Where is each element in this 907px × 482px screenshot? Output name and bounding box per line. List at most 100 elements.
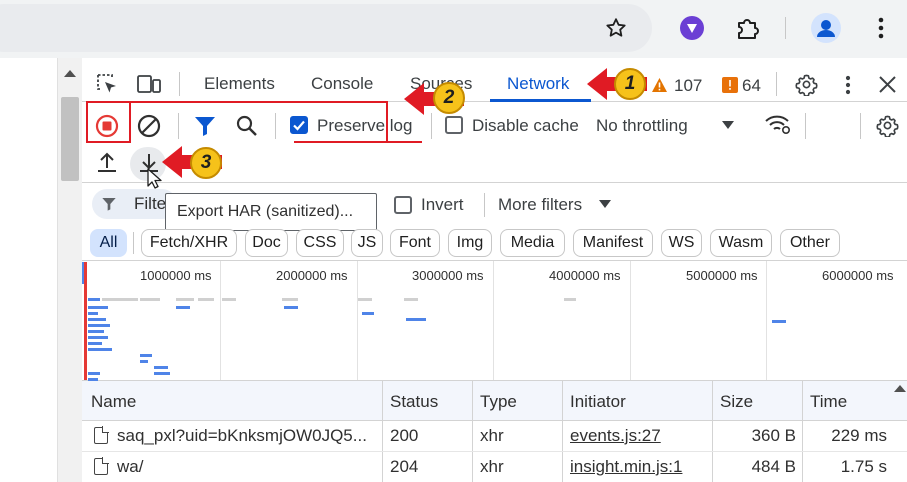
type-filter-font[interactable]: Font: [390, 229, 440, 257]
type-filter-doc[interactable]: Doc: [245, 229, 288, 257]
request-size: 484 B: [751, 457, 796, 476]
tab-elements[interactable]: Elements: [204, 74, 275, 94]
type-filter-other[interactable]: Other: [780, 229, 840, 257]
errors-count[interactable]: 64: [742, 76, 761, 96]
request-type: xhr: [480, 457, 504, 476]
chevron-down-icon[interactable]: [722, 121, 734, 129]
type-filter-fetch-xhr[interactable]: Fetch/XHR: [141, 229, 237, 257]
timeline-request-bar: [176, 306, 190, 309]
more-filters-button[interactable]: More filters: [498, 195, 582, 215]
timeline-request-bar: [88, 324, 110, 327]
timeline-request-bar: [88, 298, 100, 301]
close-icon[interactable]: [878, 75, 897, 99]
type-filter-manifest[interactable]: Manifest: [573, 229, 653, 257]
disable-cache-label[interactable]: Disable cache: [472, 116, 579, 136]
timeline-request-bar: [282, 298, 298, 301]
column-header-time[interactable]: Time: [810, 392, 847, 412]
timeline-request-bar: [140, 360, 148, 363]
timeline-request-bar: [362, 312, 374, 315]
request-time: 1.75 s: [840, 457, 887, 476]
disable-cache-checkbox[interactable]: [445, 116, 463, 134]
column-header-status[interactable]: Status: [390, 392, 438, 412]
filter-funnel-icon[interactable]: [193, 114, 217, 143]
request-status: 200: [390, 426, 419, 445]
active-tab-indicator: [490, 99, 591, 102]
warning-triangle-icon: [651, 77, 668, 98]
timeline-request-bar: [88, 342, 102, 345]
type-filter-all[interactable]: All: [90, 229, 127, 257]
profile-avatar-icon[interactable]: [808, 10, 844, 46]
request-name[interactable]: saq_pxl?uid=bKnksmjOW0JQ5...: [117, 426, 367, 446]
type-filter-img[interactable]: Img: [448, 229, 492, 257]
timeline-request-bar: [564, 298, 576, 301]
column-header-size[interactable]: Size: [720, 392, 753, 412]
annotation-line: [131, 101, 388, 103]
search-icon[interactable]: [235, 114, 259, 143]
timeline-tick-label: 5000000 ms: [686, 268, 758, 283]
devtools-menu-icon[interactable]: [845, 75, 851, 100]
table-scroll-up-icon[interactable]: [894, 385, 906, 392]
device-toolbar-icon[interactable]: [136, 73, 162, 100]
timeline-tick-label: 3000000 ms: [412, 268, 484, 283]
document-icon: [94, 457, 109, 475]
preserve-log-checkbox[interactable]: [290, 116, 308, 134]
annotation-line: [386, 101, 388, 143]
type-filter-css[interactable]: CSS: [296, 229, 344, 257]
timeline-gridline: [220, 261, 221, 380]
type-filter-ws[interactable]: WS: [661, 229, 702, 257]
extensions-puzzle-icon[interactable]: [729, 10, 765, 46]
toolbar-divider: [178, 113, 179, 139]
chip-divider: [133, 232, 134, 254]
vpn-extension-icon[interactable]: [674, 10, 710, 46]
scroll-up-arrow-icon[interactable]: [64, 70, 76, 77]
network-conditions-wifi-icon[interactable]: [764, 113, 792, 140]
request-initiator-link[interactable]: insight.min.js:1: [570, 457, 682, 477]
timeline-tick-label: 6000000 ms: [822, 268, 894, 283]
type-filter-wasm[interactable]: Wasm: [710, 229, 772, 257]
scrollbar-thumb[interactable]: [61, 97, 79, 181]
column-header-name[interactable]: Name: [91, 392, 136, 412]
tab-network[interactable]: Network: [507, 74, 569, 94]
kebab-menu-icon[interactable]: [863, 10, 899, 46]
settings-gear-icon[interactable]: [795, 73, 818, 101]
timeline-request-bar: [284, 306, 298, 309]
filter-divider: [484, 193, 485, 217]
request-name[interactable]: wa/: [117, 457, 143, 477]
clear-log-icon[interactable]: [137, 114, 161, 143]
timeline-request-bar: [88, 330, 104, 333]
type-filter-js[interactable]: JS: [351, 229, 383, 257]
timeline-request-bar: [88, 318, 106, 321]
column-header-type[interactable]: Type: [480, 392, 517, 412]
star-icon[interactable]: [598, 10, 634, 46]
request-time: 229 ms: [831, 426, 887, 445]
throttling-select[interactable]: No throttling: [596, 116, 688, 136]
preserve-log-label[interactable]: Preserve log: [317, 116, 412, 136]
timeline-request-bar: [140, 354, 152, 357]
more-filters-chevron-icon[interactable]: [599, 200, 611, 208]
invert-checkbox[interactable]: [394, 196, 412, 214]
tab-console[interactable]: Console: [311, 74, 373, 94]
timeline-request-bar: [102, 298, 138, 301]
toolbar-divider: [860, 113, 861, 139]
invert-label[interactable]: Invert: [421, 195, 464, 215]
type-filter-media[interactable]: Media: [500, 229, 565, 257]
inspect-element-icon[interactable]: [96, 73, 118, 100]
page-content-edge: [0, 58, 58, 482]
warnings-count[interactable]: 107: [674, 76, 702, 96]
request-initiator-link[interactable]: events.js:27: [570, 426, 661, 446]
annotation-underline-preserve-log: [294, 141, 422, 143]
error-badge-icon: [722, 77, 738, 98]
timeline-request-bar: [198, 298, 214, 301]
timeline-request-bar: [772, 320, 786, 323]
timeline-request-bar: [88, 336, 108, 339]
import-har-upload-icon[interactable]: [96, 152, 118, 179]
network-settings-gear-icon[interactable]: [876, 114, 899, 142]
timeline-tick-label: 1000000 ms: [140, 268, 212, 283]
timeline-request-bar: [88, 372, 100, 375]
timeline-domcontent-marker: [82, 262, 84, 284]
filter-funnel-icon: [101, 196, 117, 217]
timeline-request-bar: [406, 318, 426, 321]
timeline-request-bar: [154, 366, 168, 369]
column-header-initiator[interactable]: Initiator: [570, 392, 626, 412]
address-bar[interactable]: [0, 4, 652, 52]
